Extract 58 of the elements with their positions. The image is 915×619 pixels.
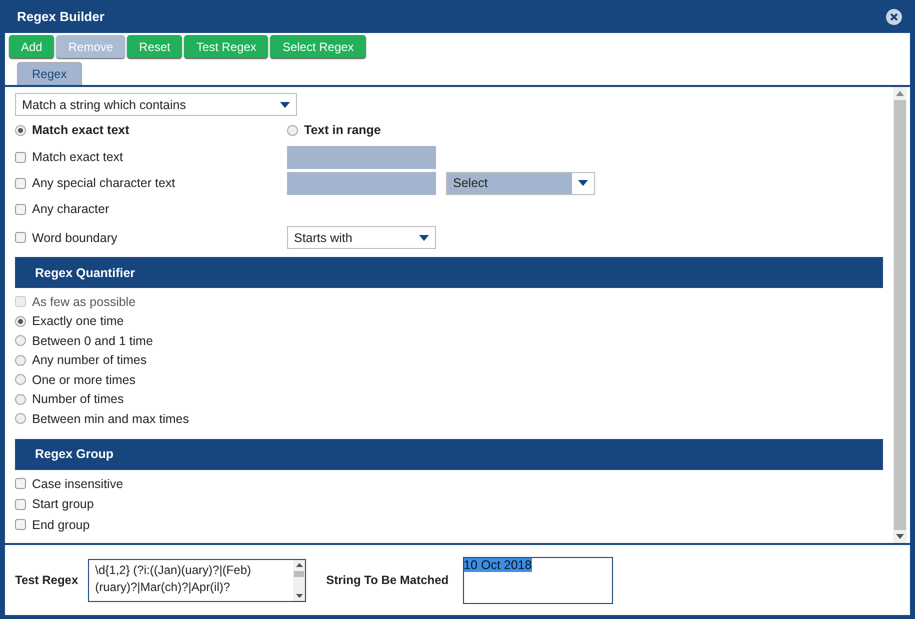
checkbox[interactable] bbox=[15, 152, 26, 162]
toolbar-button[interactable]: Add bbox=[9, 35, 54, 58]
radio-button[interactable] bbox=[287, 124, 298, 136]
radio-button[interactable] bbox=[15, 394, 26, 405]
checkbox[interactable] bbox=[15, 232, 26, 243]
window-title: Regex Builder bbox=[17, 9, 104, 24]
option-label: Any number of times bbox=[32, 353, 147, 368]
checkbox-label: Case insensitive bbox=[32, 476, 124, 491]
section-header: Regex Group bbox=[15, 438, 883, 470]
checkbox-label: Match exact text bbox=[32, 150, 124, 164]
text-field[interactable] bbox=[287, 146, 436, 168]
caret-icon bbox=[419, 234, 429, 240]
option-label: Number of times bbox=[32, 392, 124, 406]
scroll-thumb[interactable] bbox=[294, 570, 304, 576]
option-label: Between min and max times bbox=[32, 412, 190, 426]
radio-button[interactable] bbox=[15, 413, 26, 424]
radio-label: Text in range bbox=[304, 123, 381, 137]
caret-icon bbox=[578, 180, 588, 186]
scrollbar[interactable] bbox=[893, 87, 907, 543]
checkbox[interactable] bbox=[15, 498, 26, 510]
radio-button[interactable] bbox=[15, 374, 26, 386]
checkbox-label: Start group bbox=[32, 497, 94, 512]
tab[interactable]: Regex bbox=[17, 62, 82, 85]
scroll-down-icon[interactable] bbox=[296, 594, 303, 598]
scroll-up-icon[interactable] bbox=[896, 91, 904, 96]
select-dropdown[interactable]: Select bbox=[446, 172, 595, 194]
match-textarea[interactable]: 10 Oct 2018 bbox=[462, 556, 613, 604]
radio-button[interactable] bbox=[15, 335, 26, 346]
scroll-down-icon[interactable] bbox=[896, 534, 904, 539]
checkbox[interactable] bbox=[15, 519, 26, 530]
checkbox[interactable] bbox=[15, 478, 26, 490]
field-label: String To Be Matched bbox=[326, 573, 449, 587]
checkbox-label: Any special character text bbox=[32, 176, 176, 190]
option-label: One or more times bbox=[32, 372, 136, 387]
radio-button[interactable] bbox=[15, 124, 26, 136]
close-icon[interactable] bbox=[886, 8, 902, 24]
checkbox-label: Any character bbox=[32, 202, 110, 216]
checkbox[interactable] bbox=[15, 178, 26, 188]
scroll-up-icon[interactable] bbox=[296, 562, 303, 566]
radio-label: Match exact text bbox=[32, 123, 130, 137]
option-label: Exactly one time bbox=[32, 314, 124, 328]
toolbar-button[interactable]: Test Regex bbox=[184, 35, 268, 58]
checkbox-label: Word boundary bbox=[32, 230, 118, 244]
checkbox[interactable] bbox=[15, 204, 26, 214]
checkbox-label: End group bbox=[32, 518, 90, 532]
option-label: Between 0 and 1 time bbox=[32, 334, 153, 348]
match-type-dropdown[interactable]: Match a string which contains bbox=[15, 93, 297, 116]
field-label: Test Regex bbox=[15, 573, 78, 587]
regex-textarea[interactable]: \d{1,2} (?i:((Jan)(uary)?|(Feb)(ruary)?|Mar(ch)?|Apr(il)? bbox=[88, 558, 306, 602]
text-field[interactable] bbox=[287, 172, 436, 194]
option-label: As few as possible bbox=[32, 294, 136, 309]
toolbar-button[interactable]: Reset bbox=[127, 35, 182, 58]
caret-icon bbox=[280, 102, 290, 108]
select-dropdown[interactable]: Starts with bbox=[287, 226, 436, 249]
radio-button[interactable] bbox=[15, 354, 26, 366]
radio-button[interactable] bbox=[15, 316, 26, 327]
toolbar-button[interactable]: Select Regex bbox=[270, 35, 366, 58]
section-header: Regex Quantifier bbox=[15, 257, 883, 288]
